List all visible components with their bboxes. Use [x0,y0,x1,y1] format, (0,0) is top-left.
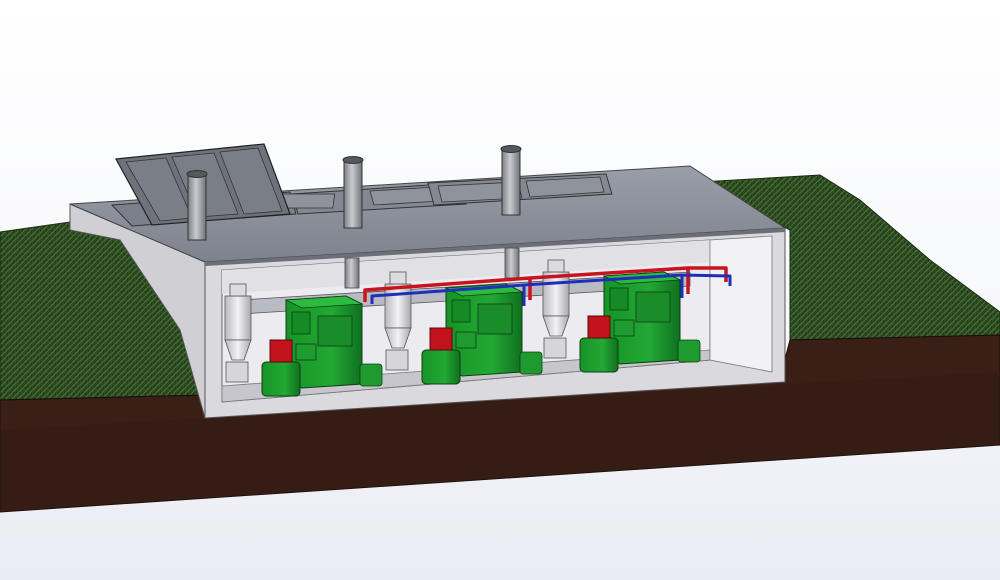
pellet-hopper [421,349,461,385]
chimney-3 [500,145,522,216]
control-panel [609,287,629,311]
ash-bin [225,361,249,383]
boiler-door [477,303,513,335]
feeder-motor [613,319,635,337]
cyclone-top [389,271,407,285]
burner-red [429,327,453,351]
control-panel [451,299,471,323]
pump-housing [359,363,383,387]
cad-viewport [0,0,1000,580]
cyclone-top [547,259,565,273]
boiler-plant-3d-model [0,143,1000,513]
boiler-door [635,291,671,323]
cyclone-top [229,283,247,297]
cyclone-body [224,295,252,341]
pellet-hopper [579,337,619,373]
pellet-hopper [261,361,301,397]
chimney-2 [342,156,364,229]
feeder-motor [455,331,477,349]
boiler-door [317,315,353,347]
pump-housing [519,351,543,375]
chimney-1 [186,170,208,241]
burner-red [269,339,293,363]
burner-red [587,315,611,339]
pump-housing [677,339,701,363]
flue-pipe-3 [504,247,520,279]
ash-bin [543,337,567,359]
ash-bin [385,349,409,371]
cyclone-body [384,283,412,329]
interior-right-wall [709,235,773,373]
feeder-motor [295,343,317,361]
control-panel [291,311,311,335]
flue-pipe-2 [344,257,360,289]
